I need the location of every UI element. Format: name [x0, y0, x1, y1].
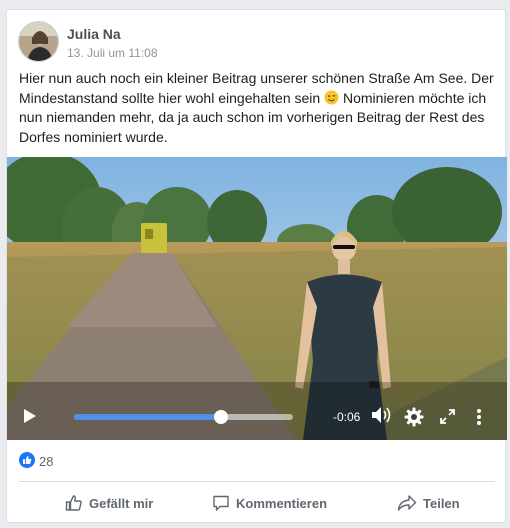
share-button-label: Teilen — [423, 495, 460, 511]
post-text: Hier nun auch noch ein kleiner Beitrag u… — [19, 69, 499, 147]
fullscreen-icon[interactable] — [440, 409, 455, 424]
like-button[interactable]: Gefällt mir — [65, 490, 153, 516]
video-player[interactable]: -0:06 — [7, 157, 507, 440]
comment-button-label: Kommentieren — [236, 495, 328, 511]
settings-gear-icon[interactable] — [404, 407, 424, 427]
post-card: Julia Na 13. Juli um 11:08 Hier nun auch… — [6, 9, 507, 523]
like-reaction-icon — [19, 452, 35, 468]
reaction-count: 28 — [39, 454, 54, 469]
video-progress-handle[interactable] — [213, 410, 228, 424]
play-icon[interactable] — [23, 408, 37, 424]
share-button[interactable]: Teilen — [397, 490, 460, 516]
author-avatar[interactable] — [18, 21, 59, 62]
post-timestamp[interactable]: 13. Juli um 11:08 — [67, 46, 158, 60]
like-button-label: Gefällt mir — [89, 495, 154, 511]
comment-button[interactable]: Kommentieren — [212, 490, 327, 516]
author-name[interactable]: Julia Na — [67, 26, 121, 42]
comment-icon — [213, 495, 229, 511]
video-remaining-time: -0:06 — [333, 410, 361, 424]
more-options-icon[interactable] — [476, 408, 482, 426]
share-icon — [397, 495, 417, 511]
winking-face-emoji — [324, 89, 339, 105]
thumbs-up-icon — [65, 495, 82, 511]
actions-divider — [19, 481, 495, 482]
video-progress-fill — [74, 414, 221, 420]
volume-icon[interactable] — [371, 406, 393, 424]
video-controls: -0:06 — [7, 157, 507, 440]
video-progress-bar[interactable] — [74, 410, 293, 424]
